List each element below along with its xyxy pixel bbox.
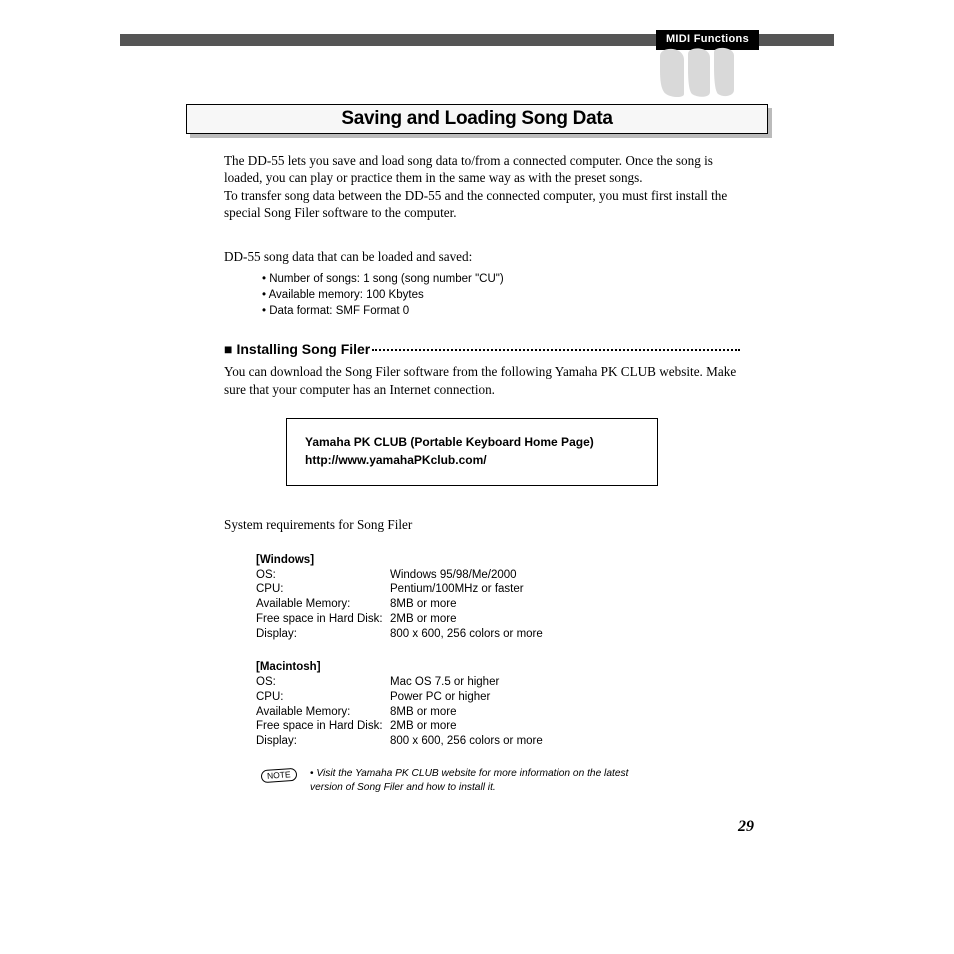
req-row: Available Memory:8MB or more <box>256 705 740 720</box>
req-val: 8MB or more <box>390 705 456 720</box>
req-row: Available Memory:8MB or more <box>256 597 740 612</box>
bullet-item: Data format: SMF Format 0 <box>262 303 740 319</box>
page: MIDI Functions Saving and Loading Song D… <box>0 0 954 954</box>
intro-p1: The DD-55 lets you save and load song da… <box>224 152 740 187</box>
req-key: Available Memory: <box>256 705 390 720</box>
req-row: CPU:Pentium/100MHz or faster <box>256 582 740 597</box>
req-header-mac: Macintosh <box>256 661 740 673</box>
req-row: Display:800 x 600, 256 colors or more <box>256 734 740 749</box>
section-heading: ■ Installing Song Filer <box>224 341 740 357</box>
sysreq-title: System requirements for Song Filer <box>224 516 740 533</box>
note-icon: NOTE <box>256 767 302 782</box>
requirements-windows: Windows OS:Windows 95/98/Me/2000 CPU:Pen… <box>256 554 740 749</box>
infobox-line2: http://www.yamahaPKclub.com/ <box>305 451 639 469</box>
info-box: Yamaha PK CLUB (Portable Keyboard Home P… <box>286 418 658 486</box>
req-val: Mac OS 7.5 or higher <box>390 675 499 690</box>
req-row: Free space in Hard Disk:2MB or more <box>256 612 740 627</box>
req-key: Available Memory: <box>256 597 390 612</box>
note-text: Visit the Yamaha PK CLUB website for mor… <box>310 767 650 795</box>
title-box: Saving and Loading Song Data <box>186 104 768 134</box>
req-key: Display: <box>256 627 390 642</box>
req-row: Display:800 x 600, 256 colors or more <box>256 627 740 642</box>
req-val: Power PC or higher <box>390 690 490 705</box>
req-val: Pentium/100MHz or faster <box>390 582 524 597</box>
req-val: 2MB or more <box>390 719 456 734</box>
requirements-macintosh: Macintosh OS:Mac OS 7.5 or higher CPU:Po… <box>256 661 740 749</box>
req-row: OS:Windows 95/98/Me/2000 <box>256 568 740 583</box>
note-oval-label: NOTE <box>261 768 297 783</box>
req-val: 800 x 600, 256 colors or more <box>390 627 543 642</box>
req-key: Free space in Hard Disk: <box>256 612 390 627</box>
intro-p2: To transfer song data between the DD-55 … <box>224 187 740 222</box>
song-data-bullets: Number of songs: 1 song (song number "CU… <box>262 271 740 319</box>
body-content: The DD-55 lets you save and load song da… <box>224 152 740 794</box>
decorative-glyph <box>654 46 736 98</box>
infobox-line1: Yamaha PK CLUB (Portable Keyboard Home P… <box>305 433 639 451</box>
header-badge: MIDI Functions <box>656 30 759 50</box>
bullet-item: Number of songs: 1 song (song number "CU… <box>262 271 740 287</box>
req-val: 2MB or more <box>390 612 456 627</box>
req-key: OS: <box>256 568 390 583</box>
req-row: CPU:Power PC or higher <box>256 690 740 705</box>
bullet-item: Available memory: 100 Kbytes <box>262 287 740 303</box>
page-number: 29 <box>738 818 754 836</box>
section-paragraph: You can download the Song Filer software… <box>224 363 740 398</box>
req-row: OS:Mac OS 7.5 or higher <box>256 675 740 690</box>
note-row: NOTE Visit the Yamaha PK CLUB website fo… <box>256 767 740 795</box>
page-title: Saving and Loading Song Data <box>186 104 768 134</box>
square-bullet-icon: ■ <box>224 341 232 357</box>
req-key: Display: <box>256 734 390 749</box>
section-heading-text: Installing Song Filer <box>236 341 370 357</box>
req-val: 8MB or more <box>390 597 456 612</box>
intro-p3: DD-55 song data that can be loaded and s… <box>224 248 740 265</box>
req-val: Windows 95/98/Me/2000 <box>390 568 517 583</box>
req-header-windows: Windows <box>256 554 740 566</box>
req-key: CPU: <box>256 690 390 705</box>
req-key: OS: <box>256 675 390 690</box>
req-row: Free space in Hard Disk:2MB or more <box>256 719 740 734</box>
dotted-leader <box>372 349 740 351</box>
req-val: 800 x 600, 256 colors or more <box>390 734 543 749</box>
req-key: Free space in Hard Disk: <box>256 719 390 734</box>
req-key: CPU: <box>256 582 390 597</box>
